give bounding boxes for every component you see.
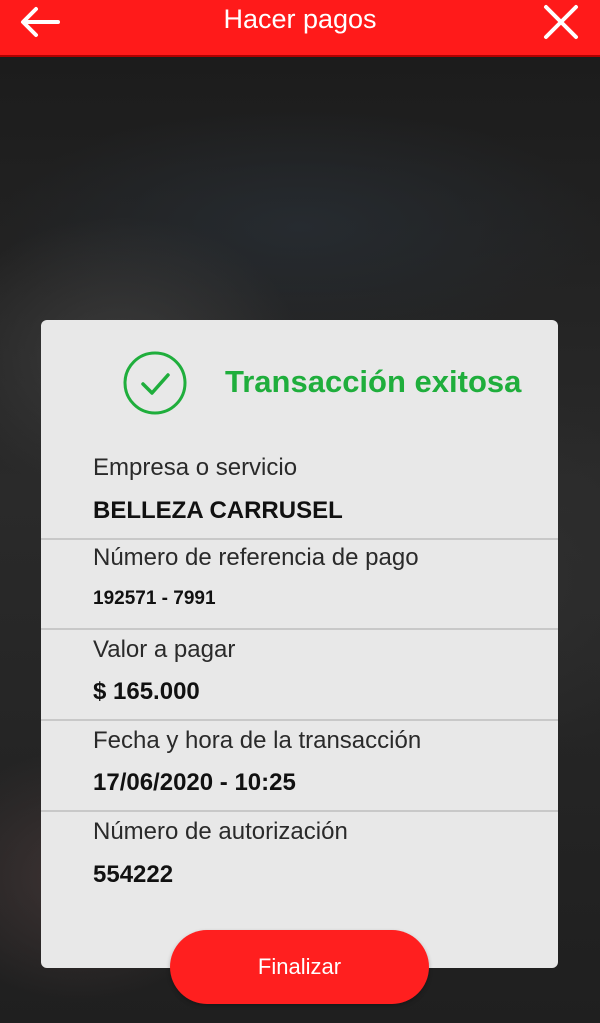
- field-value: 554222: [93, 861, 174, 888]
- transaction-receipt-card: Transacción exitosa Empresa o servicio B…: [41, 320, 558, 968]
- field-label: Fecha y hora de la transacción: [93, 727, 422, 754]
- field-amount: Valor a pagar $ 165.000: [41, 634, 558, 720]
- close-button[interactable]: [542, 4, 580, 40]
- field-value: $ 165.000: [93, 678, 200, 705]
- top-bar: Hacer pagos: [0, 0, 600, 57]
- field-label: Número de referencia de pago: [93, 544, 419, 571]
- field-value: BELLEZA CARRUSEL: [93, 497, 343, 524]
- field-label: Valor a pagar: [93, 636, 236, 663]
- field-value: 17/06/2020 - 10:25: [93, 769, 296, 796]
- field-company: Empresa o servicio BELLEZA CARRUSEL: [41, 452, 558, 538]
- success-status: Transacción exitosa: [41, 350, 558, 416]
- page-title: Hacer pagos: [223, 4, 377, 34]
- field-label: Número de autorización: [93, 818, 348, 845]
- divider: [41, 719, 558, 721]
- divider: [41, 810, 558, 812]
- field-value: 192571 - 7991: [93, 588, 216, 609]
- field-authorization: Número de autorización 554222: [41, 816, 558, 902]
- field-datetime: Fecha y hora de la transacción 17/06/202…: [41, 725, 558, 811]
- check-circle-icon: [123, 351, 187, 415]
- divider: [41, 628, 558, 630]
- field-reference: Número de referencia de pago 192571 - 79…: [41, 542, 558, 628]
- finish-button[interactable]: Finalizar: [170, 930, 429, 1004]
- status-message: Transacción exitosa: [225, 364, 522, 399]
- close-icon: [544, 5, 578, 39]
- divider: [41, 538, 558, 540]
- field-label: Empresa o servicio: [93, 454, 298, 481]
